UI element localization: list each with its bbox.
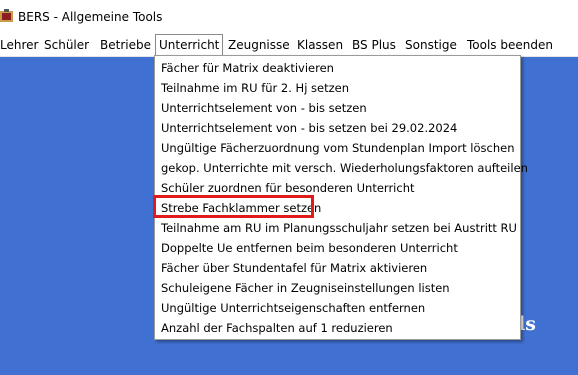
menu-bar: Lehrer Schüler Betriebe Unterricht Zeugn… (0, 34, 578, 57)
menu-item-doppelte-ue-entfernen[interactable]: Doppelte Ue entfernen beim besonderen Un… (161, 238, 458, 258)
menu-tools-beenden[interactable]: Tools beenden (467, 34, 553, 56)
menu-item-unterrichtselement-von-bis-datum[interactable]: Unterrichtselement von - bis setzen bei … (161, 118, 457, 138)
window-title: BERS - Allgemeine Tools (18, 10, 163, 24)
menu-item-ungueltige-eigenschaften-entfernen[interactable]: Ungültige Unterrichtseigenschaften entfe… (161, 298, 425, 318)
menu-klassen[interactable]: Klassen (297, 34, 343, 56)
menu-bs-plus[interactable]: BS Plus (352, 34, 396, 56)
bers-app-icon (0, 9, 13, 22)
menu-lehrer[interactable]: Lehrer (0, 34, 38, 56)
menu-item-schueler-zuordnen[interactable]: Schüler zuordnen für besonderen Unterric… (161, 178, 415, 198)
menu-item-faecher-matrix-deaktivieren[interactable]: Fächer für Matrix deaktivieren (161, 58, 334, 78)
menu-item-schuleigene-faecher-listen[interactable]: Schuleigene Fächer in Zeugniseinstellung… (161, 278, 450, 298)
menu-item-fachspalten-reduzieren[interactable]: Anzahl der Fachspalten auf 1 reduzieren (161, 318, 393, 338)
menu-item-strebe-fachklammer[interactable]: Strebe Fachklammer setzen (161, 198, 321, 218)
menu-item-gekop-unterrichte-aufteilen[interactable]: gekop. Unterrichte mit versch. Wiederhol… (161, 158, 528, 178)
menu-item-unterrichtselement-von-bis[interactable]: Unterrichtselement von - bis setzen (161, 98, 367, 118)
menu-zeugnisse[interactable]: Zeugnisse (228, 34, 290, 56)
menu-item-faecher-stundentafel-aktivieren[interactable]: Fächer über Stundentafel für Matrix akti… (161, 258, 427, 278)
unterricht-dropdown-menu: Fächer für Matrix deaktivieren Teilnahme… (154, 55, 528, 340)
menu-sonstige[interactable]: Sonstige (405, 34, 457, 56)
menu-item-teilnahme-ru-2hj[interactable]: Teilnahme im RU für 2. Hj setzen (161, 78, 349, 98)
menu-item-teilnahme-ru-planungsschuljahr[interactable]: Teilnahme am RU im Planungsschuljahr set… (161, 218, 517, 238)
menu-betriebe[interactable]: Betriebe (100, 34, 151, 56)
title-bar: BERS - Allgemeine Tools (0, 0, 578, 34)
menu-unterricht[interactable]: Unterricht (155, 34, 224, 56)
menu-schueler[interactable]: Schüler (44, 34, 89, 56)
menu-item-ungueltige-faecherzuordnung[interactable]: Ungültige Fächerzuordnung vom Stundenpla… (161, 138, 515, 158)
